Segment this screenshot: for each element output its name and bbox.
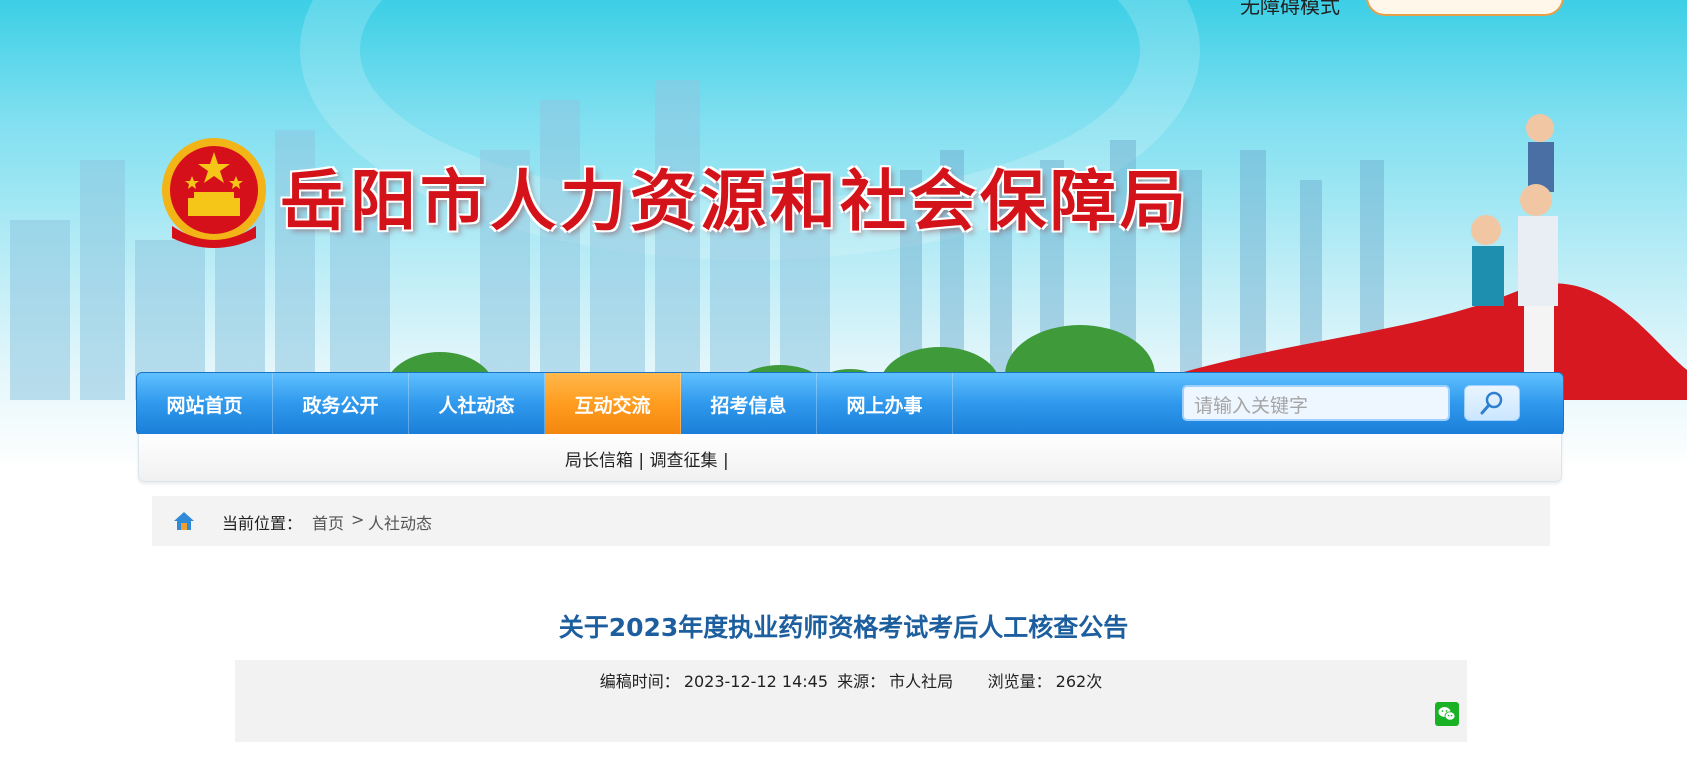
article-meta-bar: 编稿时间： 2023-12-12 14:45 来源： 市人社局 浏览量： 262次 xyxy=(235,660,1467,742)
home-icon xyxy=(174,512,194,530)
subnav-separator: | xyxy=(717,451,729,471)
views-value: 262次 xyxy=(1055,672,1103,691)
site-title: 岳阳市人力资源和社会保障局 xyxy=(280,162,1190,240)
breadcrumb-separator: > xyxy=(351,510,365,529)
family-illustration xyxy=(1471,114,1558,386)
breadcrumb-current-link[interactable]: 人社动态 xyxy=(368,510,432,534)
main-navigation: 网站首页 政务公开 人社动态 互动交流 招考信息 网上办事 请输入关键字 xyxy=(136,372,1564,436)
wechat-share-icon[interactable] xyxy=(1435,702,1459,726)
nav-online-services[interactable]: 网上办事 xyxy=(817,373,953,435)
subnav-links: 局长信箱 | 调查征集 | xyxy=(565,446,729,471)
breadcrumb-home-link[interactable]: 首页 xyxy=(312,510,344,534)
source-label: 来源： xyxy=(837,672,886,691)
search-button[interactable] xyxy=(1464,385,1520,421)
national-emblem-logo xyxy=(162,138,266,248)
edit-time-label: 编稿时间： xyxy=(599,672,680,691)
edit-time-value: 2023-12-12 14:45 xyxy=(683,672,828,691)
subnav-director-mailbox[interactable]: 局长信箱 xyxy=(565,451,633,471)
nav-news[interactable]: 人社动态 xyxy=(409,373,545,435)
subnav-separator: | xyxy=(633,451,650,471)
article-meta: 编稿时间： 2023-12-12 14:45 来源： 市人社局 浏览量： 262次 xyxy=(235,668,1467,692)
search-input[interactable]: 请输入关键字 xyxy=(1182,385,1450,421)
nav-government-affairs[interactable]: 政务公开 xyxy=(273,373,409,435)
views-label: 浏览量： xyxy=(987,672,1052,691)
search-icon xyxy=(1480,391,1503,415)
breadcrumb: 当前位置： 首页 > 人社动态 xyxy=(152,496,1550,546)
subnav-survey[interactable]: 调查征集 xyxy=(650,451,718,471)
nav-home[interactable]: 网站首页 xyxy=(137,373,273,435)
top-badge-button[interactable] xyxy=(1366,0,1564,16)
sub-navigation: 局长信箱 | 调查征集 | xyxy=(138,434,1562,482)
nav-recruitment[interactable]: 招考信息 xyxy=(681,373,817,435)
nav-interaction[interactable]: 互动交流 xyxy=(545,373,681,435)
source-value: 市人社局 xyxy=(889,672,954,691)
accessibility-mode-text[interactable]: 无障碍模式 xyxy=(1240,0,1340,19)
article-title: 关于2023年度执业药师资格考试考后人工核查公告 xyxy=(558,613,1129,642)
breadcrumb-label: 当前位置： xyxy=(222,514,303,533)
